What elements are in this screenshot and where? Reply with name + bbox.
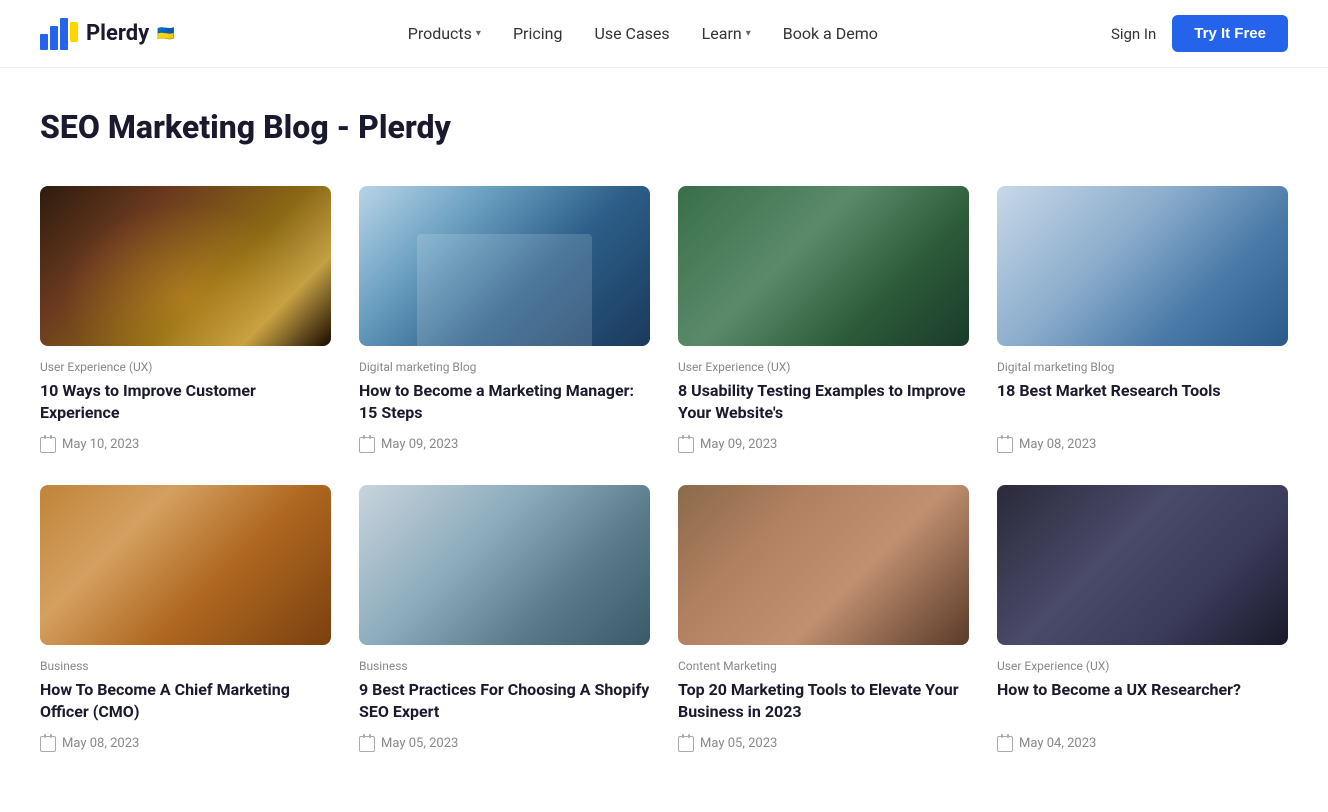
blog-card[interactable]: Business How To Become A Chief Marketing… xyxy=(40,485,331,752)
nav-pricing[interactable]: Pricing xyxy=(513,24,563,43)
blog-card[interactable]: Business 9 Best Practices For Choosing A… xyxy=(359,485,650,752)
card-title: 9 Best Practices For Choosing A Shopify … xyxy=(359,679,650,724)
blog-card[interactable]: Digital marketing Blog 18 Best Market Re… xyxy=(997,186,1288,453)
card-title: 8 Usability Testing Examples to Improve … xyxy=(678,380,969,425)
logo-flag: 🇺🇦 xyxy=(157,26,174,42)
calendar-icon xyxy=(359,437,375,453)
nav-products[interactable]: Products ▾ xyxy=(408,24,481,43)
calendar-icon xyxy=(678,437,694,453)
header-actions: Sign In Try It Free xyxy=(1111,15,1288,52)
card-date: May 08, 2023 xyxy=(40,736,331,752)
card-date: May 08, 2023 xyxy=(997,437,1288,453)
card-category: Digital marketing Blog xyxy=(359,360,650,374)
card-category: User Experience (UX) xyxy=(40,360,331,374)
blog-grid: User Experience (UX) 10 Ways to Improve … xyxy=(40,186,1288,752)
page-title: SEO Marketing Blog - Plerdy xyxy=(40,108,1288,146)
card-date: May 09, 2023 xyxy=(678,437,969,453)
card-title: Top 20 Marketing Tools to Elevate Your B… xyxy=(678,679,969,724)
card-date-text: May 09, 2023 xyxy=(700,437,777,452)
blog-card[interactable]: Digital marketing Blog How to Become a M… xyxy=(359,186,650,453)
card-image xyxy=(997,485,1288,645)
card-date-text: May 05, 2023 xyxy=(381,736,458,751)
card-category: Digital marketing Blog xyxy=(997,360,1288,374)
calendar-icon xyxy=(678,736,694,752)
sign-in-link[interactable]: Sign In xyxy=(1111,25,1156,43)
logo-text: Plerdy xyxy=(86,21,149,46)
logo[interactable]: Plerdy 🇺🇦 xyxy=(40,18,175,50)
card-category: Content Marketing xyxy=(678,659,969,673)
card-title: 10 Ways to Improve Customer Experience xyxy=(40,380,331,425)
chevron-down-icon: ▾ xyxy=(476,28,481,39)
card-image xyxy=(678,186,969,346)
nav-use-cases[interactable]: Use Cases xyxy=(594,24,669,43)
card-title: 18 Best Market Research Tools xyxy=(997,380,1288,425)
card-date: May 05, 2023 xyxy=(678,736,969,752)
blog-card[interactable]: User Experience (UX) 8 Usability Testing… xyxy=(678,186,969,453)
nav-learn[interactable]: Learn ▾ xyxy=(702,24,751,43)
blog-card[interactable]: Content Marketing Top 20 Marketing Tools… xyxy=(678,485,969,752)
card-image xyxy=(359,485,650,645)
card-date-text: May 09, 2023 xyxy=(381,437,458,452)
calendar-icon xyxy=(40,437,56,453)
calendar-icon xyxy=(359,736,375,752)
try-free-button[interactable]: Try It Free xyxy=(1172,15,1288,52)
calendar-icon xyxy=(997,437,1013,453)
card-image xyxy=(40,186,331,346)
card-category: Business xyxy=(359,659,650,673)
main-nav: Products ▾ Pricing Use Cases Learn ▾ Boo… xyxy=(408,24,878,43)
card-date: May 05, 2023 xyxy=(359,736,650,752)
card-image xyxy=(997,186,1288,346)
card-date-text: May 10, 2023 xyxy=(62,437,139,452)
card-date: May 09, 2023 xyxy=(359,437,650,453)
card-date-text: May 04, 2023 xyxy=(1019,736,1096,751)
card-date: May 10, 2023 xyxy=(40,437,331,453)
card-image xyxy=(40,485,331,645)
main-content: SEO Marketing Blog - Plerdy User Experie… xyxy=(0,68,1328,812)
blog-card[interactable]: User Experience (UX) 10 Ways to Improve … xyxy=(40,186,331,453)
card-title: How to Become a UX Researcher? xyxy=(997,679,1288,724)
calendar-icon xyxy=(997,736,1013,752)
nav-book-demo[interactable]: Book a Demo xyxy=(783,24,878,43)
card-title: How to Become a Marketing Manager: 15 St… xyxy=(359,380,650,425)
calendar-icon xyxy=(40,736,56,752)
card-date: May 04, 2023 xyxy=(997,736,1288,752)
card-date-text: May 05, 2023 xyxy=(700,736,777,751)
card-image xyxy=(359,186,650,346)
logo-icon xyxy=(40,18,78,50)
card-category: Business xyxy=(40,659,331,673)
card-title: How To Become A Chief Marketing Officer … xyxy=(40,679,331,724)
card-image xyxy=(678,485,969,645)
chevron-down-icon: ▾ xyxy=(746,28,751,39)
card-category: User Experience (UX) xyxy=(678,360,969,374)
header: Plerdy 🇺🇦 Products ▾ Pricing Use Cases L… xyxy=(0,0,1328,68)
blog-card[interactable]: User Experience (UX) How to Become a UX … xyxy=(997,485,1288,752)
card-category: User Experience (UX) xyxy=(997,659,1288,673)
card-date-text: May 08, 2023 xyxy=(62,736,139,751)
card-date-text: May 08, 2023 xyxy=(1019,437,1096,452)
